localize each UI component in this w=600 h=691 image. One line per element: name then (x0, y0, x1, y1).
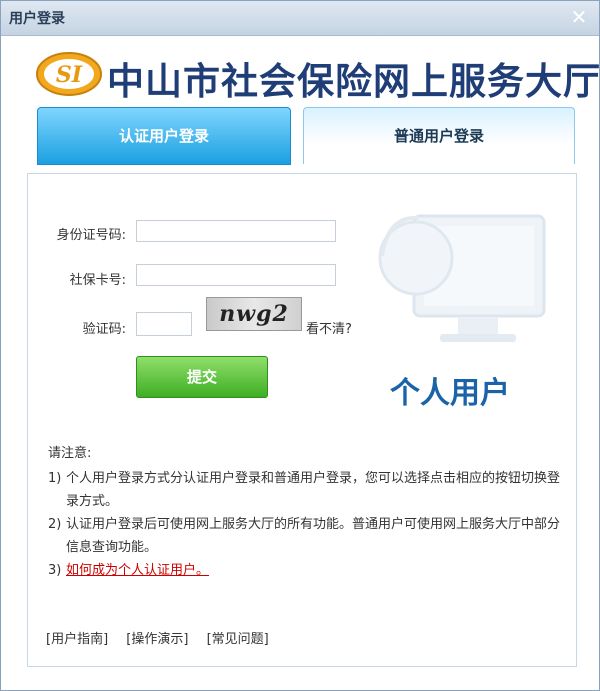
tab-normal-login[interactable]: 普通用户登录 (303, 107, 575, 164)
note-item-3: 3) 如何成为个人认证用户。 (48, 559, 560, 582)
note-text: 个人用户登录方式分认证用户登录和普通用户登录，您可以选择点击相应的按钮切换登录方… (66, 471, 561, 509)
social-insurance-logo: SI (36, 52, 102, 96)
note-number: 2) (48, 517, 62, 532)
logo-text: SI (56, 62, 83, 88)
note-item-2: 2) 认证用户登录后可使用网上服务大厅的所有功能。普通用户可使用网上服务大厅中部… (48, 513, 560, 559)
login-tabs: 认证用户登录 普通用户登录 (37, 107, 575, 167)
login-window: 用户登录 ✕ SI 中山市社会保险网上服务大厅 认证用户登录 普通用户登录 个人… (0, 0, 600, 691)
note-text: 认证用户登录后可使用网上服务大厅的所有功能。普通用户可使用网上服务大厅中部分信息… (66, 517, 561, 555)
become-certified-link[interactable]: 如何成为个人认证用户。 (66, 563, 209, 578)
captcha-input[interactable] (136, 312, 192, 336)
captcha-label: 验证码: (82, 322, 126, 337)
faq-link[interactable]: [常见问题] (207, 632, 269, 647)
user-guide-link[interactable]: [用户指南] (46, 632, 108, 647)
site-title: 中山市社会保险网上服务大厅 (107, 60, 600, 103)
personal-user-label: 个人用户 (390, 376, 510, 411)
notes-section: 请注意: 1) 个人用户登录方式分认证用户登录和普通用户登录，您可以选择点击相应… (48, 442, 560, 582)
monitor-icon (378, 214, 546, 342)
captcha-refresh-link[interactable]: 看不清? (306, 318, 352, 337)
site-header: SI 中山市社会保险网上服务大厅 (31, 47, 600, 103)
footer-links: [用户指南] [操作演示] [常见问题] (46, 628, 283, 647)
note-number: 1) (48, 471, 62, 486)
window-title: 用户登录 (9, 11, 65, 27)
id-number-input[interactable] (136, 220, 336, 242)
tab-certified-login[interactable]: 认证用户登录 (37, 107, 291, 165)
demo-link[interactable]: [操作演示] (126, 632, 188, 647)
login-panel: 个人用户 身份证号码: 社保卡号: 验证码: nwg2 看不清? 提交 请注意:… (27, 173, 577, 667)
notes-title: 请注意: (48, 446, 92, 461)
id-number-label: 身份证号码: (56, 228, 126, 243)
close-icon[interactable]: ✕ (567, 5, 591, 29)
title-bar: 用户登录 ✕ (1, 1, 599, 36)
card-number-input[interactable] (136, 264, 336, 286)
card-number-label: 社保卡号: (69, 273, 126, 288)
note-item-1: 1) 个人用户登录方式分认证用户登录和普通用户登录，您可以选择点击相应的按钮切换… (48, 467, 560, 513)
captcha-image[interactable]: nwg2 (206, 297, 302, 331)
note-number: 3) (48, 563, 62, 578)
submit-button[interactable]: 提交 (136, 356, 268, 398)
